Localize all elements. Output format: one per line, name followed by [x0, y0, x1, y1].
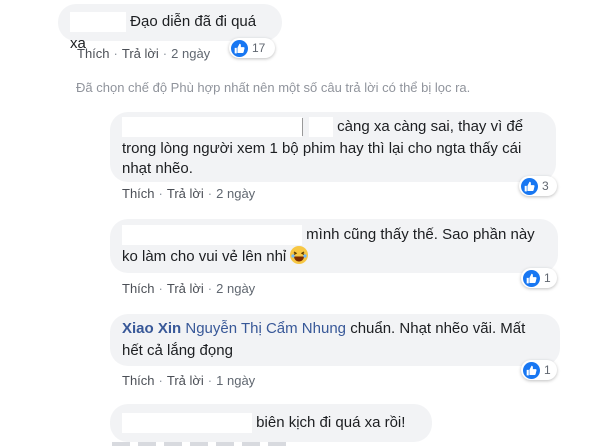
comment-actions: Thích · Trả lời · 2 ngày: [122, 281, 256, 296]
like-link[interactable]: Thích: [122, 373, 155, 388]
comment-bubble-4: Xiao Xin Nguyễn Thị Cẩm Nhung chuẩn. Nhạ…: [110, 314, 560, 366]
reaction-number: 1: [544, 271, 551, 285]
author-name[interactable]: Xiao Xin: [122, 320, 181, 337]
comment-line: hết cả lắng đọng: [122, 342, 233, 359]
reaction-count[interactable]: 1: [521, 360, 557, 380]
comment-text: càng xa càng sai, thay vì để: [337, 118, 524, 135]
like-icon: [521, 177, 538, 195]
comment-text: mình cũng thấy thế. Sao phần này: [306, 226, 535, 243]
like-link[interactable]: Thích: [122, 281, 155, 296]
comment-bubble-3: mình cũng thấy thế. Sao phần này ko làm …: [110, 219, 558, 273]
reply-link[interactable]: Trả lời: [167, 186, 204, 201]
reply-link[interactable]: Trả lời: [167, 373, 204, 388]
comment-actions: Thích · Trả lời · 1 ngày: [122, 373, 256, 388]
comment-text: chuẩn. Nhạt nhẽo vãi. Mất: [350, 320, 526, 337]
redacted-author: [122, 225, 302, 246]
reply-link[interactable]: Trả lời: [167, 281, 204, 296]
comment-line: nhạt nhẽo.: [122, 160, 193, 177]
comment-line: ko làm cho vui vẻ lên nhỉ: [122, 246, 546, 268]
redacted-author: [122, 117, 302, 138]
like-icon: [523, 361, 540, 379]
like-icon: [523, 269, 540, 287]
comment-text: biên kịch đi quá xa rồi!: [256, 414, 406, 431]
comment-actions: Thích · Trả lời · 2 ngày: [122, 186, 256, 201]
like-link[interactable]: Thích: [77, 46, 110, 61]
reaction-number: 3: [542, 179, 549, 193]
reaction-count[interactable]: 1: [521, 268, 557, 288]
comment-line: trong lòng người xem 1 bộ phim hay thì l…: [122, 140, 522, 157]
comment-bubble-1: Đạo diễn đã đi quá xa: [58, 4, 282, 52]
timestamp[interactable]: 2 ngày: [216, 186, 255, 201]
truncated-actions: [112, 442, 292, 446]
reaction-count[interactable]: 17: [229, 38, 275, 58]
reply-link[interactable]: Trả lời: [122, 46, 159, 61]
timestamp[interactable]: 2 ngày: [216, 281, 255, 296]
reaction-number: 17: [252, 41, 266, 55]
comment-line: Xiao Xin Nguyễn Thị Cẩm Nhung chuẩn. Nhạ…: [122, 318, 548, 340]
timestamp[interactable]: 1 ngày: [216, 373, 255, 388]
reaction-count[interactable]: 3: [519, 176, 557, 196]
redacted-author: [309, 117, 333, 138]
like-icon: [231, 39, 248, 57]
timestamp[interactable]: 2 ngày: [171, 46, 210, 61]
mention-link[interactable]: Nguyễn Thị Cẩm Nhung: [185, 320, 346, 337]
like-link[interactable]: Thích: [122, 186, 155, 201]
comment-line: mình cũng thấy thế. Sao phần này: [122, 224, 546, 246]
laughing-face-icon: [290, 246, 309, 264]
comment-bubble-5: biên kịch đi quá xa rồi!: [110, 404, 432, 442]
comment-actions: Thích · Trả lời · 2 ngày: [77, 46, 211, 61]
filter-notice: Đã chọn chế độ Phù hợp nhất nên một số c…: [76, 80, 471, 95]
redacted-author: [70, 12, 126, 33]
reaction-number: 1: [544, 363, 551, 377]
redacted-author: [122, 413, 252, 434]
comment-line: càng xa càng sai, thay vì để: [122, 116, 544, 138]
